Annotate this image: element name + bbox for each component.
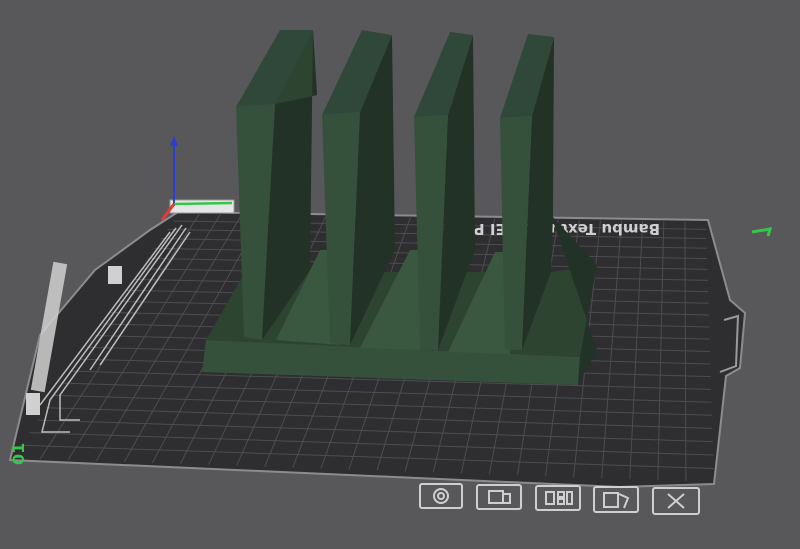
model-object[interactable]	[202, 30, 597, 385]
close-icon	[667, 493, 685, 509]
arrange-plate-button[interactable]	[535, 485, 581, 511]
delete-plate-button[interactable]	[652, 487, 700, 515]
3d-viewport[interactable]: Bambu Textured PEI Plate 01	[0, 0, 800, 549]
y-axis-mark	[751, 227, 773, 237]
lock-plate-button[interactable]	[476, 484, 522, 510]
arrange-icon	[545, 491, 573, 505]
scene-canvas[interactable]: Bambu Textured PEI Plate 01	[0, 0, 800, 549]
orient-plate-button[interactable]	[419, 483, 463, 509]
plate-settings-button[interactable]	[593, 486, 639, 513]
z-axis-arrow-icon	[170, 136, 178, 146]
lock-icon	[488, 490, 511, 504]
plate-number-label: 01	[9, 443, 28, 465]
orient-icon	[433, 488, 449, 504]
axes-gizmo	[160, 136, 235, 221]
plate-toolbar	[419, 483, 700, 515]
plate-settings-icon	[603, 492, 630, 509]
y-axis-line	[173, 201, 233, 206]
